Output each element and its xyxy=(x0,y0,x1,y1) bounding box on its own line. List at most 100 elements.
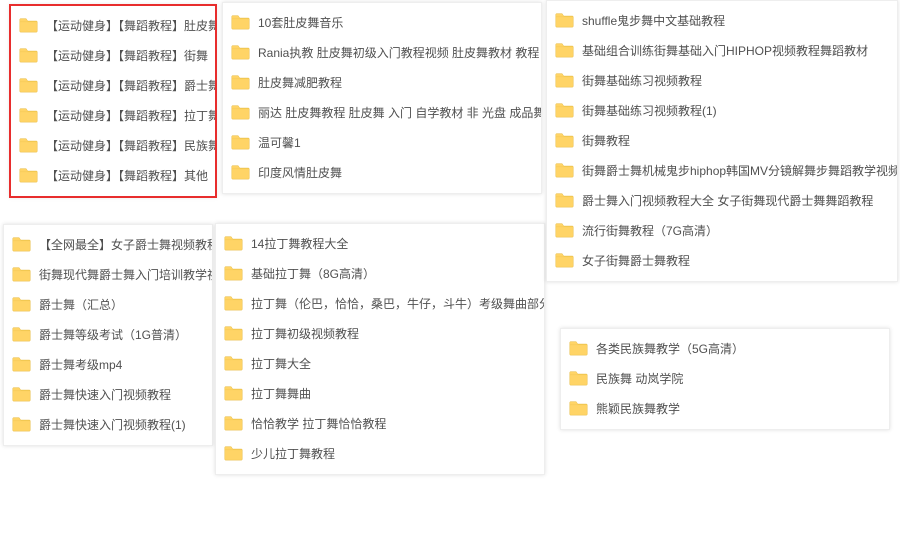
folder-label: 街舞爵士舞机械鬼步hiphop韩国MV分镜解舞步舞蹈教学视频教程合集 xyxy=(582,162,897,179)
folder-icon xyxy=(224,295,243,311)
folder-icon xyxy=(224,325,243,341)
folder-label: 【运动健身】【舞蹈教程】肚皮舞 xyxy=(46,17,215,34)
folder-item[interactable]: 丽达 肚皮舞教程 肚皮舞 入门 自学教材 非 光盘 成品舞蹈教学 xyxy=(223,97,541,127)
folder-icon xyxy=(12,386,31,402)
folder-label: 爵士舞等级考试（1G普清） xyxy=(39,326,187,343)
folder-item[interactable]: 14拉丁舞教程大全 xyxy=(216,228,544,258)
folder-icon xyxy=(224,235,243,251)
folder-label: 熊颖民族舞教学 xyxy=(596,400,680,417)
folder-item[interactable]: 街舞基础练习视频教程 xyxy=(547,65,897,95)
folder-label: 街舞基础练习视频教程 xyxy=(582,72,702,89)
folder-item[interactable]: 街舞基础练习视频教程(1) xyxy=(547,95,897,125)
folder-item[interactable]: 民族舞 动岚学院 xyxy=(561,363,889,393)
folder-item[interactable]: 恰恰教学 拉丁舞恰恰教程 xyxy=(216,408,544,438)
folder-icon xyxy=(224,355,243,371)
folder-item[interactable]: 爵士舞等级考试（1G普清） xyxy=(4,319,212,349)
folder-icon xyxy=(12,356,31,372)
folder-panel-streetdance: shuffle鬼步舞中文基础教程 基础组合训练街舞基础入门HIPHOP视频教程舞… xyxy=(546,0,898,282)
folder-item[interactable]: 女子街舞爵士舞教程 xyxy=(547,245,897,275)
folder-item[interactable]: 爵士舞入门视频教程大全 女子街舞现代爵士舞舞蹈教程 xyxy=(547,185,897,215)
folder-label: 肚皮舞减肥教程 xyxy=(258,74,342,91)
folder-icon xyxy=(19,47,38,63)
folder-label: 基础拉丁舞（8G高清） xyxy=(251,265,375,282)
folder-label: 爵士舞快速入门视频教程(1) xyxy=(39,416,186,433)
folder-label: 流行街舞教程（7G高清） xyxy=(582,222,718,239)
folder-panel-latin: 14拉丁舞教程大全 基础拉丁舞（8G高清） 拉丁舞（伦巴，恰恰，桑巴，牛仔，斗牛… xyxy=(215,223,545,475)
folder-icon xyxy=(12,296,31,312)
folder-item[interactable]: 爵士舞考级mp4 xyxy=(4,349,212,379)
folder-icon xyxy=(555,222,574,238)
folder-label: 拉丁舞舞曲 xyxy=(251,385,311,402)
folder-label: 爵士舞考级mp4 xyxy=(39,356,122,373)
folder-item[interactable]: 爵士舞（汇总） xyxy=(4,289,212,319)
folder-item[interactable]: 【运动健身】【舞蹈教程】其他 xyxy=(11,160,215,190)
folder-item[interactable]: 温可馨1 xyxy=(223,127,541,157)
folder-item[interactable]: 【运动健身】【舞蹈教程】拉丁舞 xyxy=(11,100,215,130)
folder-item[interactable]: shuffle鬼步舞中文基础教程 xyxy=(547,5,897,35)
folder-item[interactable]: 拉丁舞初级视频教程 xyxy=(216,318,544,348)
folder-item[interactable]: 街舞现代舞爵士舞入门培训教学视频 xyxy=(4,259,212,289)
folder-panel-categories: 【运动健身】【舞蹈教程】肚皮舞 【运动健身】【舞蹈教程】街舞 【运动健身】【舞蹈… xyxy=(9,4,217,198)
folder-label: 爵士舞快速入门视频教程 xyxy=(39,386,171,403)
folder-icon xyxy=(224,385,243,401)
folder-item[interactable]: Rania执教 肚皮舞初级入门教程视频 肚皮舞教材 教程 全4集 xyxy=(223,37,541,67)
folder-item[interactable]: 拉丁舞（伦巴，恰恰，桑巴，牛仔，斗牛）考级舞曲部分下载，资源珍贵 xyxy=(216,288,544,318)
folder-label: 恰恰教学 拉丁舞恰恰教程 xyxy=(251,415,386,432)
folder-label: 印度风情肚皮舞 xyxy=(258,164,342,181)
folder-item[interactable]: 拉丁舞舞曲 xyxy=(216,378,544,408)
folder-label: 街舞现代舞爵士舞入门培训教学视频 xyxy=(39,266,212,283)
folder-icon xyxy=(231,14,250,30)
folder-label: 街舞教程 xyxy=(582,132,630,149)
folder-label: 女子街舞爵士舞教程 xyxy=(582,252,690,269)
folder-icon xyxy=(231,74,250,90)
folder-icon xyxy=(555,192,574,208)
folder-item[interactable]: 爵士舞快速入门视频教程(1) xyxy=(4,409,212,439)
folder-label: Rania执教 肚皮舞初级入门教程视频 肚皮舞教材 教程 全4集 xyxy=(258,44,541,61)
folder-item[interactable]: 爵士舞快速入门视频教程 xyxy=(4,379,212,409)
folder-icon xyxy=(224,445,243,461)
folder-label: 温可馨1 xyxy=(258,134,301,151)
folder-item[interactable]: 【运动健身】【舞蹈教程】肚皮舞 xyxy=(11,10,215,40)
folder-panel-bellydance: 10套肚皮舞音乐 Rania执教 肚皮舞初级入门教程视频 肚皮舞教材 教程 全4… xyxy=(222,2,542,194)
folder-panel-jazz: 【全网最全】女子爵士舞视频教程 街舞现代舞爵士舞入门培训教学视频 爵士舞（汇总）… xyxy=(3,224,213,446)
folder-icon xyxy=(569,340,588,356)
folder-item[interactable]: 【运动健身】【舞蹈教程】民族舞 xyxy=(11,130,215,160)
folder-label: 少儿拉丁舞教程 xyxy=(251,445,335,462)
folder-icon xyxy=(19,77,38,93)
folder-item[interactable]: 基础组合训练街舞基础入门HIPHOP视频教程舞蹈教材 xyxy=(547,35,897,65)
folder-label: shuffle鬼步舞中文基础教程 xyxy=(582,12,725,29)
folder-item[interactable]: 熊颖民族舞教学 xyxy=(561,393,889,423)
folder-icon xyxy=(569,400,588,416)
folder-icon xyxy=(555,72,574,88)
folder-icon xyxy=(231,164,250,180)
folder-icon xyxy=(555,42,574,58)
folder-item[interactable]: 拉丁舞大全 xyxy=(216,348,544,378)
folder-icon xyxy=(12,416,31,432)
folder-icon xyxy=(19,107,38,123)
folder-item[interactable]: 印度风情肚皮舞 xyxy=(223,157,541,187)
folder-icon xyxy=(12,236,31,252)
folder-icon xyxy=(231,134,250,150)
folder-label: 14拉丁舞教程大全 xyxy=(251,235,348,252)
folder-item[interactable]: 街舞爵士舞机械鬼步hiphop韩国MV分镜解舞步舞蹈教学视频教程合集 xyxy=(547,155,897,185)
folder-icon xyxy=(224,415,243,431)
folder-item[interactable]: 【全网最全】女子爵士舞视频教程 xyxy=(4,229,212,259)
folder-icon xyxy=(231,104,250,120)
folder-item[interactable]: 【运动健身】【舞蹈教程】街舞 xyxy=(11,40,215,70)
folder-panel-folkdance: 各类民族舞教学（5G高清） 民族舞 动岚学院 熊颖民族舞教学 xyxy=(560,328,890,430)
folder-label: 基础组合训练街舞基础入门HIPHOP视频教程舞蹈教材 xyxy=(582,42,868,59)
folder-item[interactable]: 【运动健身】【舞蹈教程】爵士舞 xyxy=(11,70,215,100)
folder-label: 10套肚皮舞音乐 xyxy=(258,14,343,31)
folder-icon xyxy=(224,265,243,281)
folder-label: 爵士舞入门视频教程大全 女子街舞现代爵士舞舞蹈教程 xyxy=(582,192,873,209)
folder-item[interactable]: 肚皮舞减肥教程 xyxy=(223,67,541,97)
folder-item[interactable]: 流行街舞教程（7G高清） xyxy=(547,215,897,245)
folder-item[interactable]: 少儿拉丁舞教程 xyxy=(216,438,544,468)
folder-item[interactable]: 10套肚皮舞音乐 xyxy=(223,7,541,37)
folder-item[interactable]: 街舞教程 xyxy=(547,125,897,155)
folder-icon xyxy=(19,167,38,183)
folder-item[interactable]: 各类民族舞教学（5G高清） xyxy=(561,333,889,363)
folder-icon xyxy=(19,17,38,33)
folder-label: 拉丁舞初级视频教程 xyxy=(251,325,359,342)
folder-item[interactable]: 基础拉丁舞（8G高清） xyxy=(216,258,544,288)
